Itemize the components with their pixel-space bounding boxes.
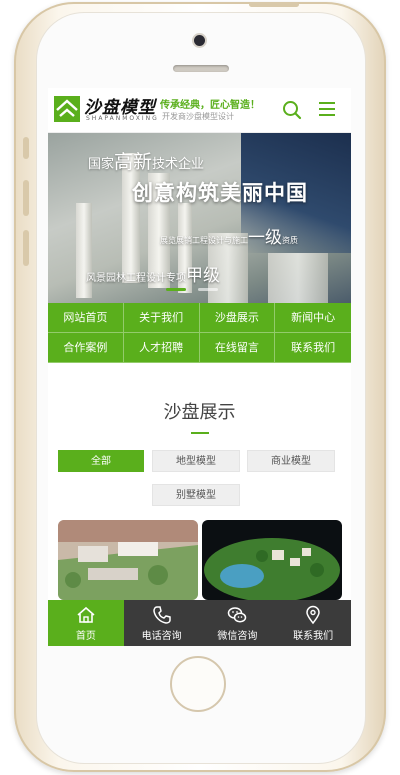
banner-line-high-tech: 国家高新技术企业 bbox=[88, 151, 205, 173]
banner-line-landscape: 风景园林工程设计专项甲级 bbox=[86, 266, 220, 286]
main-nav-grid: 网站首页 关于我们 沙盘展示 新闻中心 合作案例 人才招聘 在线留言 联系我们 bbox=[48, 303, 351, 363]
nav-item-careers[interactable]: 人才招聘 bbox=[123, 333, 200, 363]
logo-subtext: SHAPANMOXING bbox=[86, 115, 159, 122]
wechat-icon bbox=[228, 607, 247, 623]
home-icon bbox=[77, 606, 95, 623]
mute-switch bbox=[23, 137, 29, 159]
front-camera bbox=[194, 35, 205, 46]
model-photo-1 bbox=[58, 520, 198, 600]
carousel-dot[interactable] bbox=[198, 288, 218, 291]
location-pin-icon bbox=[306, 605, 320, 625]
tab-wechat-label: 微信咨询 bbox=[217, 631, 258, 642]
nav-item-showcase[interactable]: 沙盘展示 bbox=[199, 303, 276, 333]
phone-screen: 沙盘模型 SHAPANMOXING 传承经典，匠心智造！ 开发商沙盘模型设计 国… bbox=[48, 88, 351, 646]
filter-terrain-button[interactable]: 地型模型 bbox=[152, 450, 240, 472]
tab-home-label: 首页 bbox=[75, 631, 96, 642]
slogan: 传承经典，匠心智造！ bbox=[160, 100, 260, 111]
hero-banner[interactable]: 国家高新技术企业 创意构筑美丽中国 展览展销工程设计与施工一级资质 风景园林工程… bbox=[48, 133, 351, 303]
showcase-thumbnails bbox=[48, 520, 351, 600]
bottom-tab-bar: 首页 电话咨询 微信咨询 联系我们 bbox=[48, 600, 351, 646]
house-logo-icon bbox=[54, 96, 80, 122]
nav-item-message[interactable]: 在线留言 bbox=[199, 333, 276, 363]
phone-icon bbox=[152, 606, 171, 624]
nav-item-about[interactable]: 关于我们 bbox=[123, 303, 200, 333]
volume-down-button bbox=[23, 230, 29, 266]
site-header: 沙盘模型 SHAPANMOXING 传承经典，匠心智造！ 开发商沙盘模型设计 bbox=[48, 88, 351, 133]
search-icon[interactable] bbox=[282, 100, 302, 120]
category-filters: 全部 地型模型 商业模型 别墅模型 bbox=[48, 450, 351, 530]
banner-headline: 创意构筑美丽中国 bbox=[132, 181, 308, 205]
title-underline bbox=[190, 432, 209, 434]
section-title: 沙盘展示 bbox=[163, 402, 236, 423]
power-button bbox=[249, 2, 299, 7]
nav-item-contact[interactable]: 联系我们 bbox=[275, 333, 351, 363]
showcase-image-1[interactable] bbox=[58, 520, 198, 600]
filter-commercial-button[interactable]: 商业模型 bbox=[247, 450, 335, 472]
carousel-dot-active[interactable] bbox=[166, 288, 186, 291]
filter-all-button[interactable]: 全部 bbox=[58, 450, 144, 472]
earpiece-speaker bbox=[173, 65, 229, 72]
tab-home[interactable]: 首页 bbox=[48, 600, 124, 646]
banner-building bbox=[268, 253, 328, 303]
model-photo-2 bbox=[202, 520, 342, 600]
tab-phone-label: 电话咨询 bbox=[141, 631, 182, 642]
hamburger-menu-icon[interactable] bbox=[318, 100, 336, 118]
filter-villa-button[interactable]: 别墅模型 bbox=[152, 484, 240, 506]
nav-item-home[interactable]: 网站首页 bbox=[48, 303, 124, 333]
slogan-subtext: 开发商沙盘模型设计 bbox=[162, 112, 234, 121]
tab-contact-label: 联系我们 bbox=[293, 631, 334, 642]
showcase-image-2[interactable] bbox=[202, 520, 342, 600]
volume-up-button bbox=[23, 180, 29, 216]
tab-phone-consult[interactable]: 电话咨询 bbox=[124, 600, 200, 646]
nav-item-news[interactable]: 新闻中心 bbox=[275, 303, 351, 333]
home-button[interactable] bbox=[170, 656, 226, 712]
tab-contact[interactable]: 联系我们 bbox=[275, 600, 351, 646]
banner-line-qualification: 展览展销工程设计与施工一级资质 bbox=[160, 228, 298, 248]
tab-wechat-consult[interactable]: 微信咨询 bbox=[200, 600, 276, 646]
nav-item-cases[interactable]: 合作案例 bbox=[48, 333, 124, 363]
